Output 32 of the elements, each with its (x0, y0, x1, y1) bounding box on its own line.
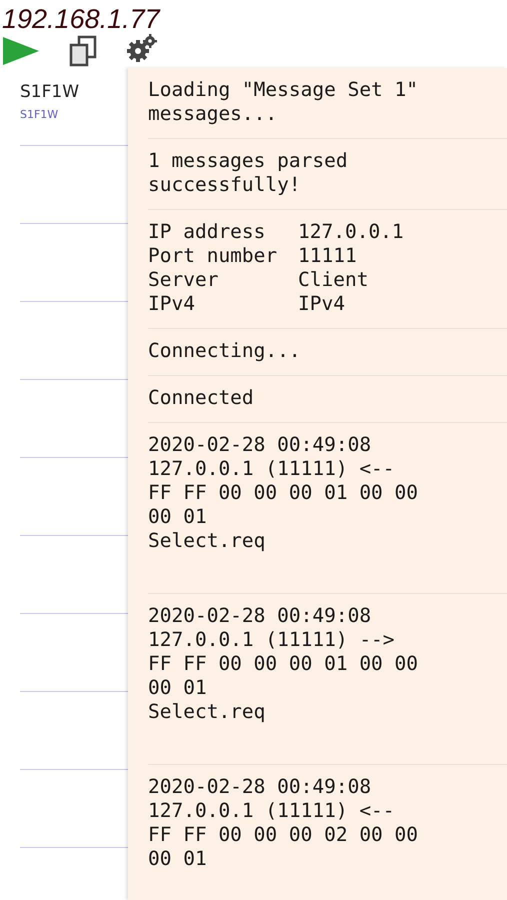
log-label: IPv4 (148, 292, 196, 316)
log-label: Server (148, 268, 220, 292)
log-value: 127.0.0.1 (298, 220, 404, 244)
log-line: FF FF 00 00 00 01 00 00 (148, 652, 418, 676)
log-line: FF FF 00 00 00 02 00 00 (148, 823, 418, 847)
log-line: 1 messages parsed (148, 149, 348, 173)
log-line: 2020-02-28 00:49:08 (148, 433, 372, 457)
log-line: 2020-02-28 00:49:08 (148, 775, 372, 799)
log-line: messages... (148, 102, 278, 126)
copy-icon[interactable] (68, 35, 98, 67)
log-line: 00 01 (148, 505, 207, 529)
settings-icon[interactable] (124, 32, 160, 64)
play-icon[interactable] (2, 36, 40, 66)
log-label: IP address (148, 220, 266, 244)
log-line: FF FF 00 00 00 01 00 00 (148, 481, 418, 505)
log-line: 00 01 (148, 847, 207, 871)
log-label: Port number (148, 244, 278, 268)
log-line: Connecting... (148, 339, 301, 363)
log-line: 2020-02-28 00:49:08 (148, 604, 372, 628)
log-value: Client (298, 268, 368, 292)
device-address: 192.168.1.77 (2, 4, 160, 34)
log-value: IPv4 (298, 292, 345, 316)
log-line: 127.0.0.1 (11111) --> (148, 628, 395, 652)
log-value: 11111 (298, 244, 357, 268)
log-line: 00 01 (148, 676, 207, 700)
log-line: 127.0.0.1 (11111) <-- (148, 799, 395, 823)
log-line: successfully! (148, 173, 301, 197)
log-line: Select.req (148, 529, 266, 553)
log-line: Loading "Message Set 1" (148, 78, 418, 102)
log-line: 127.0.0.1 (11111) <-- (148, 457, 395, 481)
log-line: Connected (148, 386, 254, 410)
log-line: Select.req (148, 700, 266, 724)
